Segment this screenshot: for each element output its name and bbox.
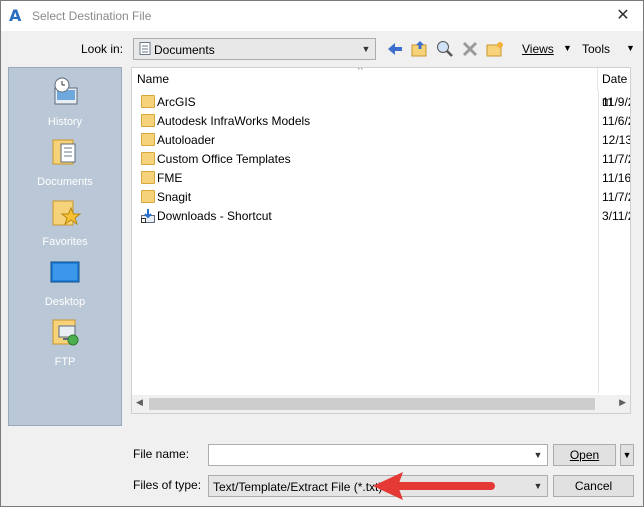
place-history[interactable]: History xyxy=(9,76,121,128)
look-in-value: Documents xyxy=(154,43,215,57)
tools-chevron-down-icon[interactable]: ▼ xyxy=(626,43,635,53)
places-sidebar: History Documents Favorites Desktop FTP xyxy=(8,67,122,426)
item-date: 12/13/ xyxy=(602,133,630,147)
list-item[interactable]: Snagit 11/7/2 xyxy=(132,188,630,207)
tools-label: Tools xyxy=(582,42,611,56)
item-name: Autodesk InfraWorks Models xyxy=(157,114,311,128)
chevron-down-icon[interactable]: ▼ xyxy=(529,445,547,465)
open-button[interactable]: Open xyxy=(553,444,616,466)
favorites-icon xyxy=(49,196,82,228)
column-divider[interactable] xyxy=(597,68,598,90)
scroll-right-icon[interactable]: ▶ xyxy=(619,397,626,408)
chevron-down-icon: ▼ xyxy=(361,44,371,54)
new-folder-icon[interactable] xyxy=(485,39,505,59)
item-date: 11/9/2 xyxy=(602,95,630,109)
folder-icon xyxy=(141,152,155,165)
folder-icon xyxy=(141,190,155,203)
documents-icon xyxy=(49,136,81,168)
place-label: FTP xyxy=(54,356,76,368)
files-of-type-value: Text/Template/Extract File (*.txt) xyxy=(213,480,383,494)
item-date: 11/7/2 xyxy=(602,152,630,166)
annotation-arrow xyxy=(373,472,495,500)
views-label: Views xyxy=(522,42,554,56)
column-header-date[interactable]: Date m xyxy=(602,68,630,108)
place-favorites[interactable]: Favorites xyxy=(9,196,121,248)
list-item[interactable]: Autoloader 12/13/ xyxy=(132,131,630,150)
column-header-name[interactable]: Name xyxy=(137,68,169,90)
ftp-icon xyxy=(49,316,81,348)
documents-folder-icon xyxy=(139,42,151,58)
autocad-app-icon: A xyxy=(9,6,22,25)
list-item[interactable]: FME 11/16/ xyxy=(132,169,631,188)
select-destination-file-dialog: A Select Destination File ✕ Look in: Doc… xyxy=(0,0,644,507)
item-name: Snagit xyxy=(157,190,192,204)
file-name-label: File name: xyxy=(133,447,190,461)
item-name: Custom Office Templates xyxy=(157,152,291,166)
place-label: Desktop xyxy=(44,296,86,308)
file-list[interactable]: ^ Name Date m ArcGIS 11/9/2 Autodesk Inf… xyxy=(131,67,631,414)
downloads-shortcut-icon xyxy=(141,209,155,223)
list-item[interactable]: ArcGIS 11/9/2 xyxy=(132,93,630,112)
close-button[interactable]: ✕ xyxy=(603,1,643,31)
list-item[interactable]: Downloads - Shortcut 3/11/2 xyxy=(132,207,630,226)
folder-icon xyxy=(141,95,155,108)
place-label: Documents xyxy=(37,176,93,188)
place-documents[interactable]: Documents xyxy=(9,136,121,188)
item-name: ArcGIS xyxy=(157,95,196,109)
scrollbar-thumb[interactable] xyxy=(149,398,595,410)
open-options-dropdown[interactable]: ▼ xyxy=(620,444,634,466)
item-name: FME xyxy=(157,171,183,185)
place-ftp[interactable]: FTP xyxy=(9,316,121,368)
item-name: Downloads - Shortcut xyxy=(157,209,272,223)
delete-icon[interactable] xyxy=(460,39,480,59)
look-in-label: Look in: xyxy=(81,42,124,56)
files-of-type-label: Files of type: xyxy=(133,478,202,492)
item-date: 11/16/ xyxy=(602,171,631,185)
horizontal-scrollbar[interactable]: ◀ ▶ xyxy=(132,395,630,413)
chevron-down-icon: ▼ xyxy=(533,481,543,491)
search-web-icon[interactable] xyxy=(435,39,455,59)
look-in-dropdown[interactable]: Documents ▼ xyxy=(133,38,376,60)
folder-icon xyxy=(141,133,155,146)
cancel-button[interactable]: Cancel xyxy=(553,475,634,497)
tools-menu-button[interactable]: Tools xyxy=(582,42,610,56)
title-bar: A Select Destination File ✕ xyxy=(1,1,643,31)
up-folder-icon[interactable] xyxy=(410,39,430,59)
place-label: Favorites xyxy=(42,236,88,248)
window-title: Select Destination File xyxy=(32,9,152,23)
history-icon xyxy=(49,76,81,108)
item-date: 3/11/2 xyxy=(602,209,630,223)
sort-ascending-icon: ^ xyxy=(358,67,363,76)
list-item[interactable]: Autodesk InfraWorks Models 11/6/2 xyxy=(132,112,630,131)
list-item[interactable]: Custom Office Templates 11/7/2 xyxy=(132,150,630,169)
views-chevron-down-icon[interactable]: ▼ xyxy=(563,43,572,53)
desktop-icon xyxy=(49,256,81,288)
scroll-left-icon[interactable]: ◀ xyxy=(136,397,143,408)
item-date: 11/7/2 xyxy=(602,190,630,204)
item-name: Autoloader xyxy=(157,133,216,147)
folder-icon xyxy=(141,171,155,184)
item-date: 11/6/2 xyxy=(602,114,630,128)
folder-icon xyxy=(141,114,155,127)
views-menu-button[interactable]: Views xyxy=(522,42,554,56)
back-icon[interactable] xyxy=(385,39,405,59)
file-name-input[interactable]: ▼ xyxy=(208,444,548,466)
place-desktop[interactable]: Desktop xyxy=(9,256,121,308)
open-label: Open xyxy=(569,448,600,462)
place-label: History xyxy=(47,116,83,128)
